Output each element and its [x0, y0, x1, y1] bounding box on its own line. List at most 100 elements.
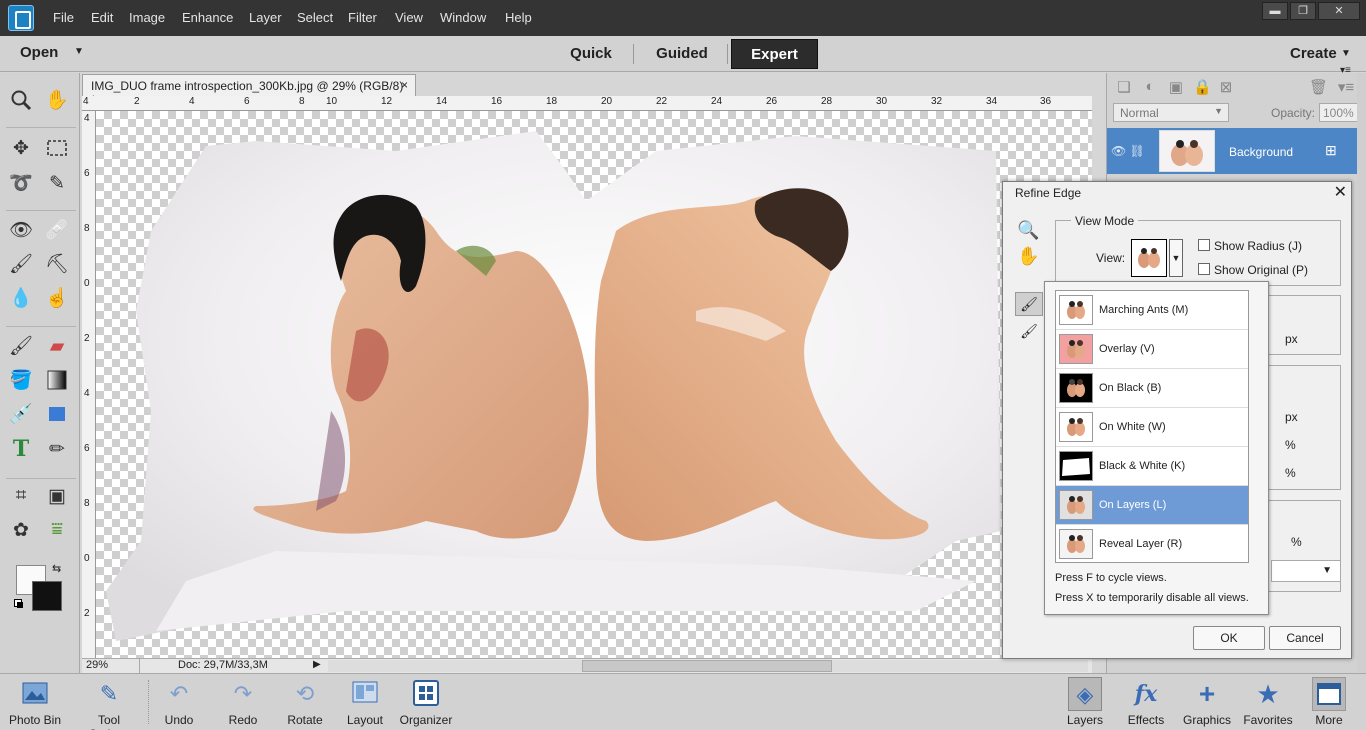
menu-filter[interactable]: Filter	[348, 10, 377, 25]
organizer-button[interactable]: Organizer	[393, 674, 459, 730]
app-icon[interactable]	[8, 5, 34, 31]
cookie-cutter-tool-icon[interactable]: ✿	[6, 515, 36, 545]
view-option-black-white[interactable]: Black & White (K)	[1056, 447, 1248, 486]
zoom-tool-icon[interactable]	[6, 85, 36, 115]
status-menu-arrow-icon[interactable]: ▶	[313, 659, 321, 670]
new-layer-icon[interactable]: ❏	[1115, 78, 1133, 96]
pencil-tool-icon[interactable]: ✏	[42, 434, 72, 464]
lock-transparency-icon[interactable]: ⊠	[1217, 78, 1235, 96]
brush-tool-icon[interactable]: 🖌	[6, 331, 36, 361]
crop-tool-icon[interactable]: ⌗	[6, 481, 36, 511]
clone-stamp-tool-icon[interactable]: ⛏	[42, 249, 72, 279]
output-to-select[interactable]: ▼	[1271, 560, 1341, 582]
marquee-tool-icon[interactable]	[42, 133, 72, 163]
photo-bin-button[interactable]: Photo Bin	[2, 674, 68, 730]
close-icon[interactable]: ✕	[1334, 182, 1347, 202]
hand-tool-icon[interactable]: ✋	[42, 85, 72, 115]
view-option-on-layers[interactable]: On Layers (L)	[1056, 486, 1248, 525]
default-colors-icon[interactable]	[14, 599, 24, 609]
effects-button[interactable]: fx Effects	[1113, 674, 1179, 730]
move-tool-icon[interactable]: ✥	[6, 133, 36, 163]
view-mode-dropdown[interactable]: ▼	[1169, 239, 1183, 277]
scrollbar-thumb[interactable]	[582, 660, 832, 672]
blend-mode-select[interactable]: Normal ▼	[1113, 103, 1229, 122]
smudge-tool-icon[interactable]: ☝	[42, 283, 72, 313]
cancel-button[interactable]: Cancel	[1269, 626, 1341, 650]
adjustment-layer-icon[interactable]: ◐	[1141, 78, 1159, 96]
refine-radius-tool-icon[interactable]: 🖌	[1015, 292, 1043, 316]
spot-healing-tool-icon[interactable]: 🩹	[42, 215, 72, 245]
eraser-tool-icon[interactable]: ▰	[42, 331, 72, 361]
type-tool-icon[interactable]: T	[6, 434, 36, 464]
straighten-tool-icon[interactable]: ⩸	[42, 515, 72, 545]
red-eye-tool-icon[interactable]: 👁	[6, 215, 36, 245]
tool-options-button[interactable]: ✎ Tool Options	[76, 674, 142, 730]
menu-help[interactable]: Help	[505, 10, 532, 25]
menu-view[interactable]: View	[395, 10, 423, 25]
create-button[interactable]: Create	[1290, 45, 1337, 62]
layout-button[interactable]: Layout	[332, 674, 398, 730]
view-option-marching-ants[interactable]: Marching Ants (M)	[1056, 291, 1248, 330]
zoom-level[interactable]: 29%	[82, 659, 140, 673]
zoom-tool-icon[interactable]: 🔍	[1017, 220, 1039, 241]
show-original-checkbox[interactable]	[1198, 263, 1210, 275]
tab-expert[interactable]: Expert	[731, 39, 818, 69]
layer-lock-icon[interactable]: ⊞	[1325, 142, 1337, 159]
horizontal-scrollbar[interactable]	[328, 660, 1088, 672]
view-option-reveal-layer[interactable]: Reveal Layer (R)	[1056, 525, 1248, 564]
minimize-button[interactable]: ▬	[1262, 2, 1288, 20]
tab-quick[interactable]: Quick	[556, 39, 626, 69]
swap-colors-icon[interactable]: ⇆	[52, 562, 61, 575]
chevron-down-icon[interactable]: ▼	[1341, 48, 1351, 59]
ruler-label: 18	[546, 96, 558, 107]
graphics-button[interactable]: + Graphics	[1174, 674, 1240, 730]
menu-enhance[interactable]: Enhance	[182, 10, 233, 25]
shape-tool-icon[interactable]	[42, 399, 72, 429]
ruler-label: 8	[299, 96, 305, 107]
menu-select[interactable]: Select	[297, 10, 333, 25]
view-option-on-white[interactable]: On White (W)	[1056, 408, 1248, 447]
view-option-overlay[interactable]: Overlay (V)	[1056, 330, 1248, 369]
menu-edit[interactable]: Edit	[91, 10, 113, 25]
document-canvas[interactable]	[96, 111, 1092, 658]
lock-icon[interactable]: 🔒	[1193, 78, 1212, 96]
ok-button[interactable]: OK	[1193, 626, 1265, 650]
view-option-on-black[interactable]: On Black (B)	[1056, 369, 1248, 408]
smart-brush-tool-icon[interactable]: 🖌	[6, 249, 36, 279]
quick-selection-tool-icon[interactable]: ✎	[42, 168, 72, 198]
recompose-tool-icon[interactable]: ▣	[42, 481, 72, 511]
trash-icon[interactable]: 🗑	[1309, 78, 1328, 96]
layers-button[interactable]: ◈ Layers	[1052, 674, 1118, 730]
layer-mask-icon[interactable]: ▣	[1167, 78, 1185, 96]
erase-refinements-tool-icon[interactable]: 🖌	[1015, 320, 1043, 344]
paint-bucket-tool-icon[interactable]: 🪣	[6, 365, 36, 395]
eyedropper-tool-icon[interactable]: 💉	[6, 399, 36, 429]
more-button[interactable]: More	[1296, 674, 1362, 730]
panel-menu-icon[interactable]: ▾≡	[1337, 78, 1355, 96]
show-radius-checkbox[interactable]	[1198, 239, 1210, 251]
tab-guided[interactable]: Guided	[642, 39, 722, 69]
hand-tool-icon[interactable]: ✋	[1017, 246, 1039, 267]
chevron-down-icon[interactable]: ▼	[74, 46, 84, 57]
rotate-button[interactable]: ⟲ Rotate	[272, 674, 338, 730]
layer-row-background[interactable]: 👁 ⛓ Background ⊞	[1107, 128, 1357, 174]
panel-scrollbar[interactable]	[1357, 73, 1366, 673]
restore-button[interactable]: ❐	[1290, 2, 1316, 20]
close-window-button[interactable]: ✕	[1318, 2, 1360, 20]
undo-button[interactable]: ↶ Undo	[146, 674, 212, 730]
redo-button[interactable]: ↷ Redo	[210, 674, 276, 730]
blur-tool-icon[interactable]: 💧	[6, 283, 36, 313]
gradient-tool-icon[interactable]	[42, 365, 72, 395]
favorites-button[interactable]: ★ Favorites	[1235, 674, 1301, 730]
menu-image[interactable]: Image	[129, 10, 165, 25]
menu-window[interactable]: Window	[440, 10, 486, 25]
background-color-swatch[interactable]	[32, 581, 62, 611]
view-mode-thumbnail[interactable]	[1131, 239, 1167, 277]
document-tab[interactable]: IMG_DUO frame introspection_300Kb.jpg @ …	[82, 74, 416, 107]
lasso-tool-icon[interactable]: ➰	[6, 168, 36, 198]
menu-file[interactable]: File	[53, 10, 74, 25]
close-icon[interactable]: ×	[401, 78, 408, 92]
menu-layer[interactable]: Layer	[249, 10, 282, 25]
eye-icon[interactable]: 👁 ⛓	[1111, 144, 1145, 158]
open-button[interactable]: Open	[20, 44, 58, 61]
